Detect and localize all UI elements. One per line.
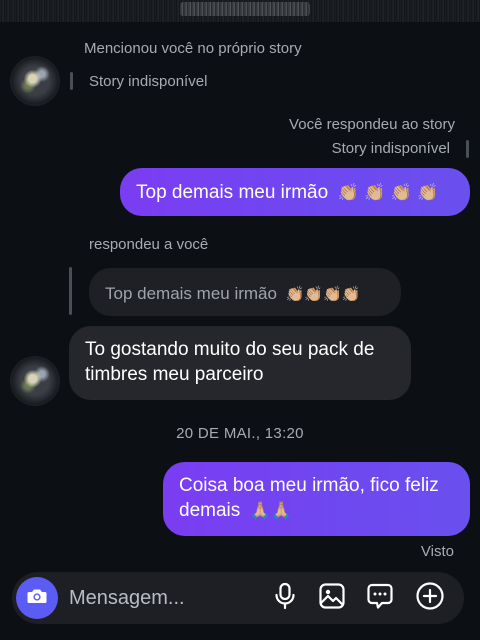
story-unavailable-label[interactable]: Story indisponível: [89, 73, 207, 90]
plus-circle-icon: [415, 581, 445, 616]
more-options-button[interactable]: [415, 581, 445, 616]
sent-message-bubble[interactable]: Top demais meu irmão 👏🏼 👏🏼 👏🏼 👏🏼: [120, 168, 470, 216]
quote-bar: [70, 72, 73, 90]
message-text: Top demais meu irmão: [136, 182, 329, 203]
sent-message-bubble[interactable]: Coisa boa meu irmão, fico feliz demais 🙏…: [163, 462, 470, 536]
message-input[interactable]: Mensagem...: [69, 587, 185, 610]
avatar[interactable]: [12, 58, 58, 104]
quote-bar: [466, 140, 469, 158]
clapping-hands-emoji: 👏🏼👏🏼👏🏼👏🏼: [285, 285, 361, 303]
gallery-button[interactable]: [317, 582, 347, 615]
seen-status: Visto: [420, 543, 454, 560]
camera-button[interactable]: [16, 577, 58, 619]
you-replied-caption: Você respondeu ao story: [289, 116, 455, 133]
quoted-message-bubble[interactable]: Top demais meu irmão 👏🏼👏🏼👏🏼👏🏼: [89, 268, 401, 316]
microphone-icon: [272, 582, 298, 615]
voice-message-button[interactable]: [270, 582, 300, 615]
received-message-bubble[interactable]: To gostando muito do seu pack de timbres…: [69, 326, 411, 400]
clapping-hands-emoji: 👏🏼 👏🏼 👏🏼 👏🏼: [337, 183, 439, 203]
message-text: To gostando muito do seu pack de timbres…: [85, 339, 375, 385]
camera-icon: [25, 584, 49, 613]
image-icon: [318, 582, 346, 615]
date-separator: 20 DE MAI., 13:20: [176, 425, 304, 442]
message-composer: Mensagem...: [12, 572, 464, 624]
mention-caption: Mencionou você no próprio story: [84, 40, 302, 57]
avatar[interactable]: [12, 358, 58, 404]
sticker-icon: [366, 582, 394, 615]
folded-hands-emoji: 🙏🏼🙏🏼: [249, 501, 292, 521]
quoted-text: Top demais meu irmão: [105, 284, 277, 303]
sticker-button[interactable]: [365, 583, 395, 613]
blurred-header-text: [180, 2, 310, 16]
story-unavailable-label[interactable]: Story indisponível: [332, 140, 450, 157]
replied-to-you-caption: respondeu a você: [89, 236, 209, 253]
message-text: Coisa boa meu irmão, fico feliz demais: [179, 475, 439, 521]
quote-bar: [69, 267, 72, 315]
